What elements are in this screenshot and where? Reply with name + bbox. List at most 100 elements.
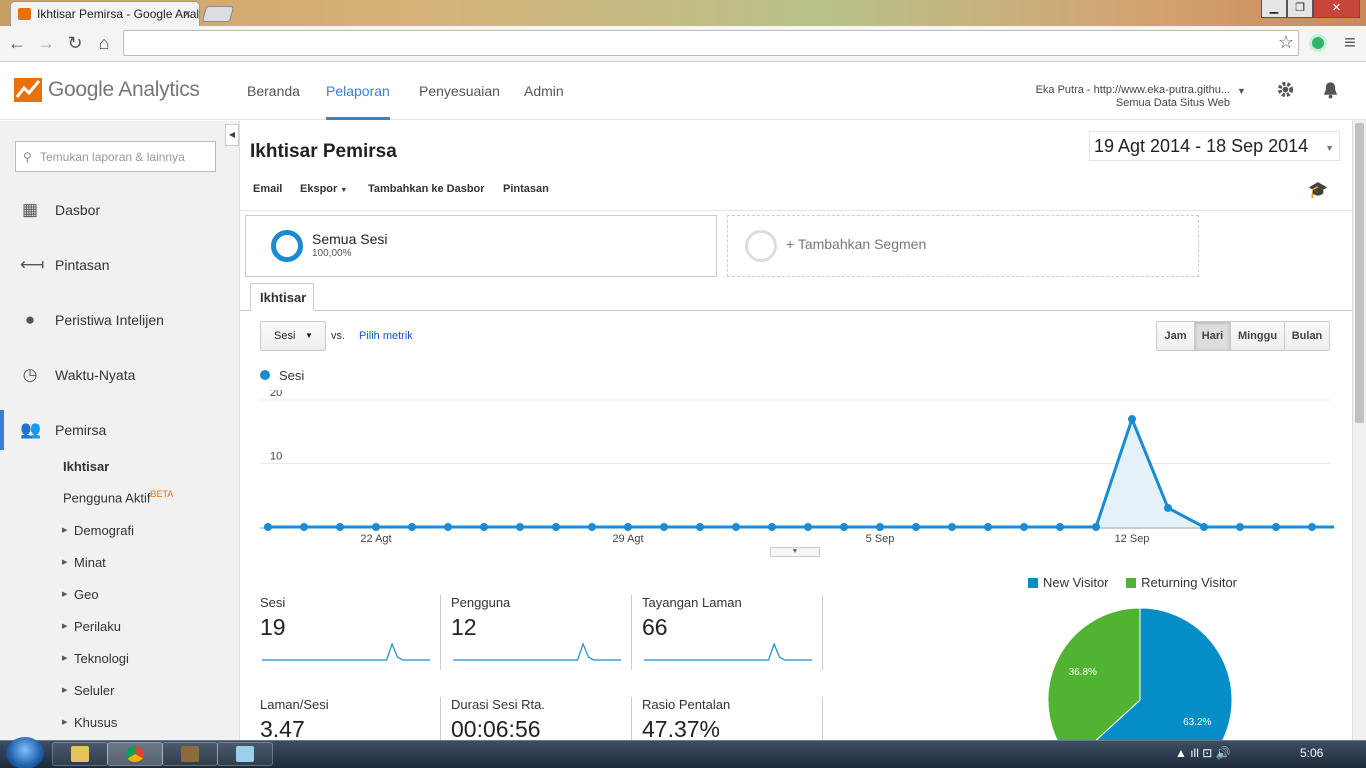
data-point [1128,415,1136,424]
data-point [840,523,848,531]
subitem-ikhtisar[interactable]: Ikhtisar [63,459,109,474]
subitem-label: Geo [74,587,99,602]
x-tick-label: 5 Sep [866,533,895,545]
pick-metric-link[interactable]: Pilih metrik [359,330,413,342]
subitem-pengguna-aktif[interactable]: Pengguna AktifBETA [63,489,173,505]
data-point [300,523,308,531]
tab-ikhtisar[interactable]: Ikhtisar [250,283,314,311]
stat-label: Sesi [260,595,286,610]
ga-favicon-icon [18,8,31,20]
period-jam-button[interactable]: Jam [1157,322,1195,350]
tab-divider [240,310,1352,311]
scrollbar-thumb[interactable] [1355,123,1364,423]
nav-penyesuaian[interactable]: Penyesuaian [419,83,500,99]
period-hari-button[interactable]: Hari [1195,322,1231,350]
ga-logo-icon[interactable] [14,74,42,102]
stat-value: 66 [642,614,668,640]
data-point [768,523,776,531]
extension-icon[interactable] [1309,34,1327,52]
y-tick-label: 10 [270,451,282,463]
close-window-button[interactable]: ✕ [1313,0,1360,18]
data-point [1200,523,1208,531]
subitem-label: Pengguna Aktif [63,490,151,506]
visitor-pie-chart: 63.2% 36.8% [1047,607,1233,740]
tab-close-icon[interactable]: × [183,6,191,21]
email-button[interactable]: Email [253,183,282,195]
subitem-geo[interactable]: ▶ Geo [62,587,99,602]
add-segment-button[interactable]: + Tambahkan Segmen [727,215,1199,277]
clock[interactable]: 5:06 [1300,746,1323,760]
shortcut-button[interactable]: Pintasan [503,183,549,195]
series-line [268,414,1334,529]
data-point [732,523,740,531]
stat-value: 3.47 [260,716,305,742]
bell-icon[interactable] [1321,80,1340,100]
stat-pengguna[interactable]: Pengguna 12 [451,595,631,673]
minimize-button[interactable]: ▁ [1261,0,1287,18]
segment-card-all-sessions[interactable]: Semua Sesi 100,00% [245,215,717,277]
account-view: Semua Data Situs Web [1115,97,1230,109]
notepad-taskbar-icon[interactable] [217,742,273,766]
stat-sesi[interactable]: Sesi 19 [260,595,440,673]
account-selector[interactable]: Eka Putra - http://www.eka-putra.githu..… [1000,84,1230,110]
back-icon[interactable]: ← [6,33,28,53]
browser-tab[interactable]: Ikhtisar Pemirsa - Google Analytics × [10,1,200,26]
subitem-perilaku[interactable]: ▶ Perilaku [62,619,121,634]
add-to-dashboard-button[interactable]: Tambahkan ke Dasbor [368,183,485,195]
stat-label: Tayangan Laman [642,595,742,610]
sidebar-item-waktu-nyata[interactable]: ◷ Waktu-Nyata [0,353,240,397]
stat-tayangan-laman[interactable]: Tayangan Laman 66 [642,595,822,673]
legend-returning-visitor: Returning Visitor [1141,575,1238,590]
subitem-teknologi[interactable]: ▶ Teknologi [62,651,129,666]
data-point [876,523,884,531]
export-button[interactable]: Ekspor ▼ [300,183,347,195]
subitem-minat[interactable]: ▶ Minat [62,555,106,570]
metric-select[interactable]: Sesi ▼ [260,321,326,351]
address-bar[interactable] [123,30,1299,56]
data-point [408,523,416,531]
system-tray[interactable]: ▲ ıll ⊡ 🔊 [1175,746,1231,760]
sidebar-item-peristiwa-intelijen[interactable]: ● Peristiwa Intelijen [0,298,240,342]
chrome-menu-icon[interactable]: ≡ [1339,33,1361,53]
app-taskbar-icon[interactable] [162,742,218,766]
chart-resize-handle[interactable]: ▼ [770,547,820,557]
data-point [948,523,956,531]
pie-data-label: 63.2% [1183,717,1211,728]
home-icon[interactable]: ⌂ [93,33,115,53]
period-minggu-button[interactable]: Minggu [1231,322,1285,350]
stat-label: Laman/Sesi [260,697,329,712]
sidebar-item-pemirsa[interactable]: 👥 Pemirsa [0,408,240,452]
start-button[interactable] [6,737,44,768]
expand-arrow-icon: ▶ [62,623,68,630]
data-point [516,523,524,531]
period-bulan-button[interactable]: Bulan [1285,322,1329,350]
subitem-khusus[interactable]: ▶ Khusus [62,715,117,730]
forward-icon[interactable]: → [35,33,57,53]
gear-icon[interactable] [1276,80,1295,99]
ga-logo-text[interactable]: Google Analytics [48,78,200,102]
subitem-demografi[interactable]: ▶ Demografi [62,523,134,538]
sidebar-item-pintasan[interactable]: ⟻ Pintasan [0,243,240,287]
chrome-taskbar-icon[interactable] [107,742,163,766]
reload-icon[interactable]: ↻ [64,33,86,53]
star-icon[interactable]: ☆ [1275,32,1297,52]
graduation-cap-icon[interactable]: 🎓 [1308,180,1328,200]
maximize-button[interactable]: ❐ [1287,0,1313,18]
collapse-sidebar-button[interactable]: ◀ [225,124,239,146]
data-point [444,523,452,531]
legend-dot [260,370,270,380]
account-dropdown-icon[interactable]: ▼ [1237,86,1246,96]
data-point [336,523,344,531]
segment-percent: 100,00% [312,248,352,259]
nav-pelaporan[interactable]: Pelaporan [326,83,390,99]
nav-beranda[interactable]: Beranda [247,83,300,99]
nav-admin[interactable]: Admin [524,83,564,99]
expand-arrow-icon: ▶ [62,591,68,598]
search-placeholder: Temukan laporan & lainnya [40,150,185,164]
date-range-picker[interactable]: 19 Agt 2014 - 18 Sep 2014 ▼ [1089,131,1340,161]
search-input[interactable]: ⚲ Temukan laporan & lainnya [15,141,216,172]
subitem-seluler[interactable]: ▶ Seluler [62,683,114,698]
sidebar-item-dasbor[interactable]: ▦ Dasbor [0,188,240,232]
explorer-taskbar-icon[interactable] [52,742,108,766]
new-tab-button[interactable] [201,6,235,22]
